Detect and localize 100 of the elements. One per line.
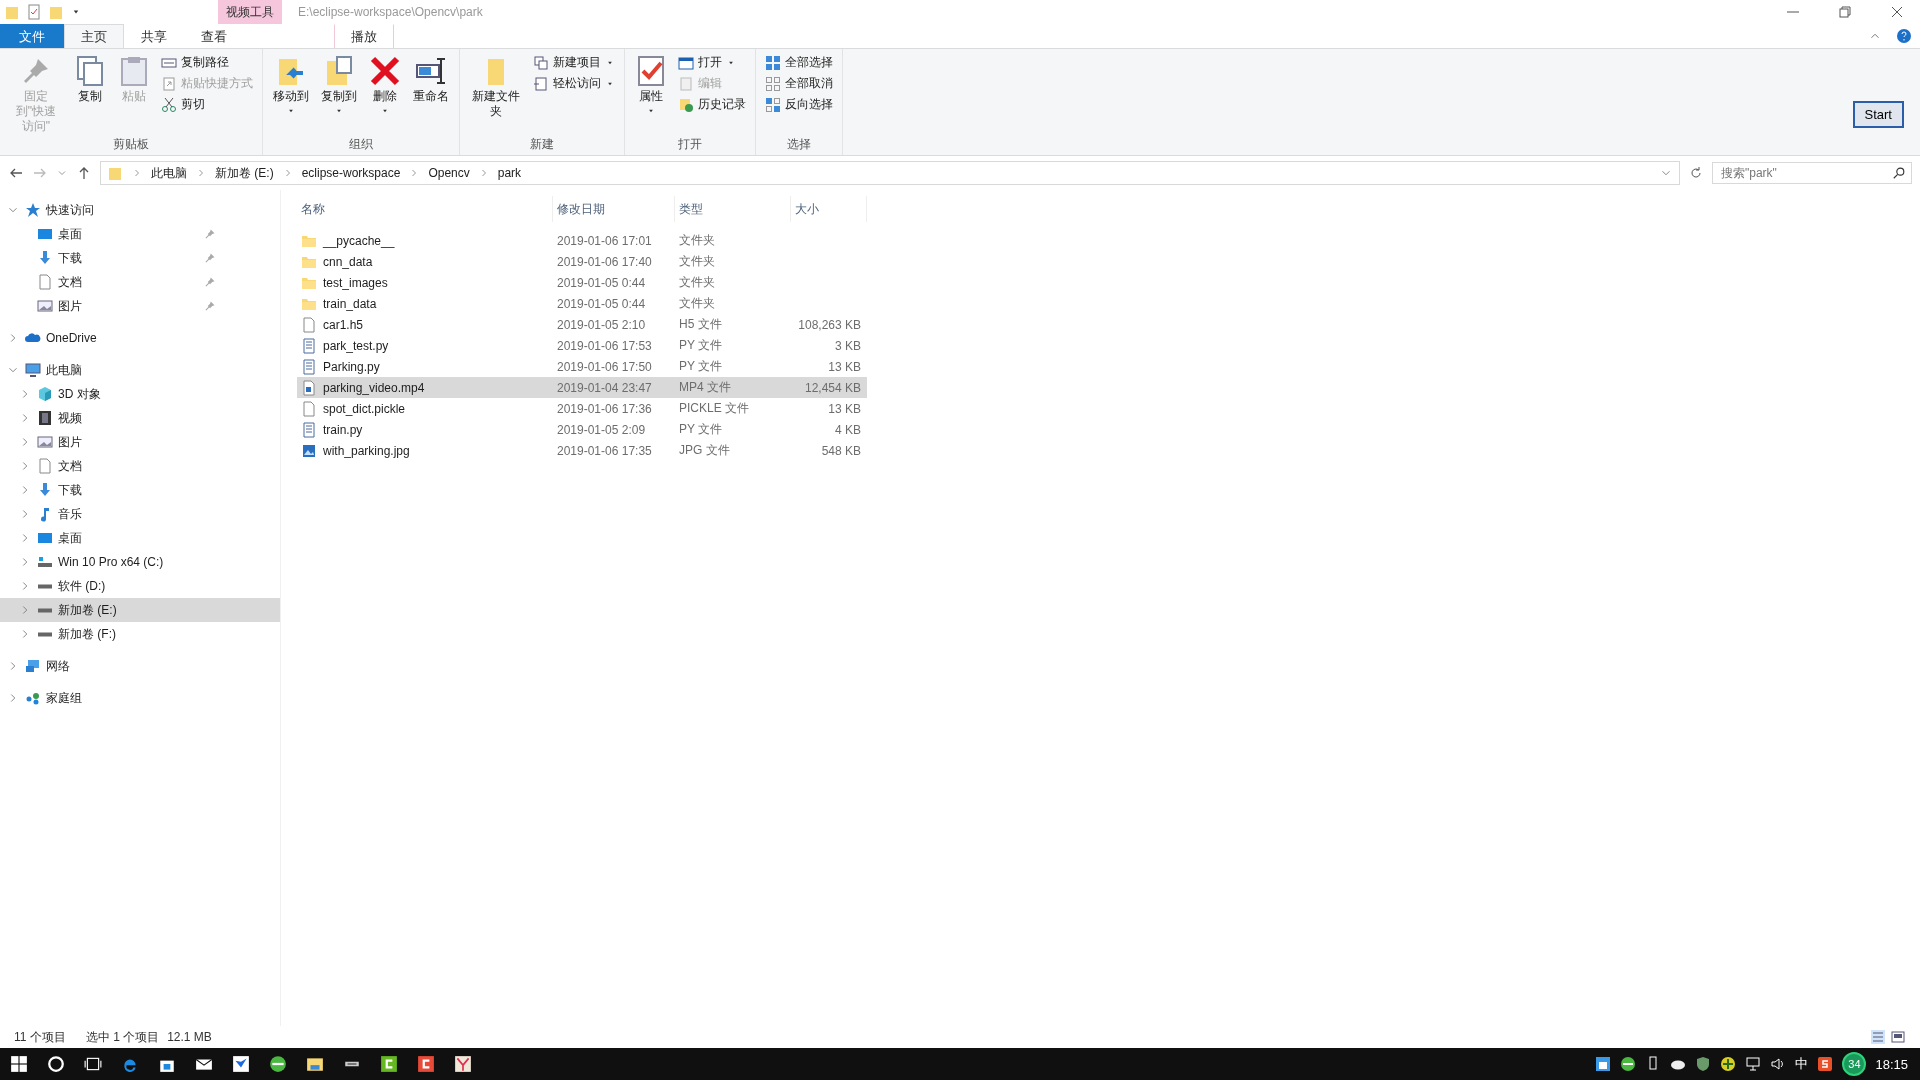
type-cell-text: PY 文件	[678, 421, 724, 438]
date-cell-text: 2019-01-04 23:47	[556, 380, 653, 395]
tiles-view-icon	[1890, 1029, 1906, 1045]
breadcrumb[interactable]: eclipse-workspace	[301, 166, 401, 180]
ribbon-button[interactable]: 新建项目	[530, 53, 618, 72]
selnone-icon	[765, 75, 781, 92]
ribbon-button[interactable]: 剪切	[158, 95, 256, 114]
ribbon-button[interactable]: 打开	[675, 53, 749, 72]
ribbon-button[interactable]: 新建文件夹	[466, 53, 526, 136]
rename-icon	[415, 55, 447, 87]
plus-circle-icon	[1720, 1056, 1737, 1072]
ribbon-tab[interactable]: 查看	[184, 24, 244, 48]
drive-icon	[37, 583, 53, 589]
ribbon-button[interactable]: 反向选择	[762, 95, 836, 114]
file-row[interactable]: train.py 2019-01-05 2:09 PY 文件 4 KB	[297, 419, 867, 440]
nav-item[interactable]: 图片	[0, 294, 280, 318]
pictures-icon	[37, 298, 53, 314]
minimize-icon	[1787, 11, 1799, 13]
nav-item[interactable]: 软件 (D:)	[0, 574, 280, 598]
nav-item[interactable]: 桌面	[0, 222, 280, 246]
file-row[interactable]: cnn_data 2019-01-06 17:40 文件夹	[297, 251, 867, 272]
breadcrumb[interactable]: Opencv	[428, 166, 470, 180]
file-row[interactable]: __pycache__ 2019-01-06 17:01 文件夹	[297, 230, 867, 251]
ribbon-button[interactable]: 复制	[70, 53, 110, 136]
address-bar[interactable]: 此电脑 新加卷 (E:) eclipse-workspace Opencv park	[100, 161, 1680, 185]
editor-icon	[416, 1055, 435, 1073]
script-icon	[301, 421, 317, 438]
ribbon-tab[interactable]: 共享	[124, 24, 184, 48]
clock[interactable]: 18:15	[1875, 1056, 1908, 1072]
nav-item[interactable]: 快速访问	[0, 198, 280, 222]
input-method-indicator[interactable]: 中	[1795, 1055, 1809, 1073]
details-view-icon	[1870, 1029, 1886, 1045]
ribbon-tab[interactable]: 播放	[334, 24, 394, 48]
file-row[interactable]: train_data 2019-01-05 0:44 文件夹	[297, 293, 867, 314]
breadcrumb[interactable]: 此电脑	[151, 164, 187, 182]
input-app-icon	[1817, 1056, 1834, 1072]
nav-item[interactable]: 音乐	[0, 502, 280, 526]
file-row[interactable]: test_images 2019-01-05 0:44 文件夹	[297, 272, 867, 293]
file-row[interactable]: car1.h5 2019-01-05 2:10 H5 文件 108,263 KB	[297, 314, 867, 335]
date-cell-text: 2019-01-06 17:36	[556, 401, 653, 416]
ribbon-button[interactable]: 移动到	[269, 53, 313, 136]
nav-item[interactable]: 3D 对象	[0, 382, 280, 406]
column-header[interactable]: 大小	[791, 196, 867, 222]
file-name: Parking.py	[297, 358, 553, 375]
ribbon-button[interactable]: 复制到	[317, 53, 361, 136]
nav-item[interactable]: 下载	[0, 478, 280, 502]
ribbon-button[interactable]: 重命名	[409, 53, 453, 136]
nav-item[interactable]: 图片	[0, 430, 280, 454]
column-header[interactable]: 类型	[675, 196, 791, 222]
column-header[interactable]: 名称	[297, 196, 553, 222]
windows-icon	[9, 1055, 28, 1073]
nav-item[interactable]: 家庭组	[0, 686, 280, 710]
file-name: park_test.py	[297, 337, 553, 354]
ribbon-tab[interactable]: 文件	[0, 24, 64, 48]
checklist-icon	[26, 4, 42, 20]
nav-item[interactable]: 文档	[0, 454, 280, 478]
ribbon-button[interactable]: 复制路径	[158, 53, 256, 72]
size-cell-text: 3 KB	[834, 338, 862, 353]
task-view-icon	[83, 1055, 102, 1073]
ribbon-button[interactable]: 历史记录	[675, 95, 749, 114]
column-header[interactable]: 修改日期	[553, 196, 675, 222]
edit-icon	[678, 75, 694, 92]
file-name: parking_video.mp4	[297, 379, 553, 396]
nav-item[interactable]: 网络	[0, 654, 280, 678]
pin-icon	[204, 228, 216, 240]
history-icon	[678, 96, 694, 113]
search-field[interactable]: 搜索"park"	[1712, 162, 1912, 184]
nav-item[interactable]: Win 10 Pro x64 (C:)	[0, 550, 280, 574]
tray-badge[interactable]: 34	[1842, 1052, 1867, 1076]
file-row[interactable]: Parking.py 2019-01-06 17:50 PY 文件 13 KB	[297, 356, 867, 377]
date-cell-text: 2019-01-06 17:53	[556, 338, 653, 353]
ribbon-button[interactable]: 全部取消	[762, 74, 836, 93]
file-row[interactable]: with_parking.jpg 2019-01-06 17:35 JPG 文件 548 KB	[297, 440, 867, 461]
ribbon-button[interactable]: 轻松访问	[530, 74, 618, 93]
pictures-icon	[37, 434, 53, 450]
nav-item[interactable]: 此电脑	[0, 358, 280, 382]
file-row[interactable]: park_test.py 2019-01-06 17:53 PY 文件 3 KB	[297, 335, 867, 356]
start-button[interactable]: Start	[1852, 101, 1904, 128]
nav-item[interactable]: OneDrive	[0, 326, 280, 350]
ribbon-button[interactable]: 全部选择	[762, 53, 836, 72]
size-cell-text: 108,263 KB	[797, 317, 862, 332]
nav-item[interactable]: 下载	[0, 246, 280, 270]
nav-item[interactable]: 桌面	[0, 526, 280, 550]
nav-item[interactable]: 文档	[0, 270, 280, 294]
window-title: E:\eclipse-workspace\Opencv\park	[298, 5, 484, 19]
file-row[interactable]: spot_dict.pickle 2019-01-06 17:36 PICKLE 文件 13 KB	[297, 398, 867, 419]
ribbon-tab[interactable]: 主页	[64, 24, 124, 48]
nav-item[interactable]: 新加卷 (F:)	[0, 622, 280, 646]
file-row[interactable]: parking_video.mp4 2019-01-04 23:47 MP4 文件 12,454 KB	[297, 377, 867, 398]
context-tab-header: 视频工具	[218, 0, 282, 24]
copy-icon	[74, 55, 106, 87]
ribbon-button[interactable]: 删除	[365, 53, 405, 136]
type-cell-text: 文件夹	[678, 253, 716, 270]
nav-item[interactable]: 新加卷 (E:)	[0, 598, 280, 622]
breadcrumb[interactable]: park	[497, 166, 522, 180]
nav-item[interactable]: 视频	[0, 406, 280, 430]
size-cell-text: 548 KB	[820, 443, 862, 458]
search-icon	[1892, 166, 1906, 180]
ribbon-button[interactable]: 属性	[631, 53, 671, 136]
breadcrumb[interactable]: 新加卷 (E:)	[215, 164, 274, 182]
